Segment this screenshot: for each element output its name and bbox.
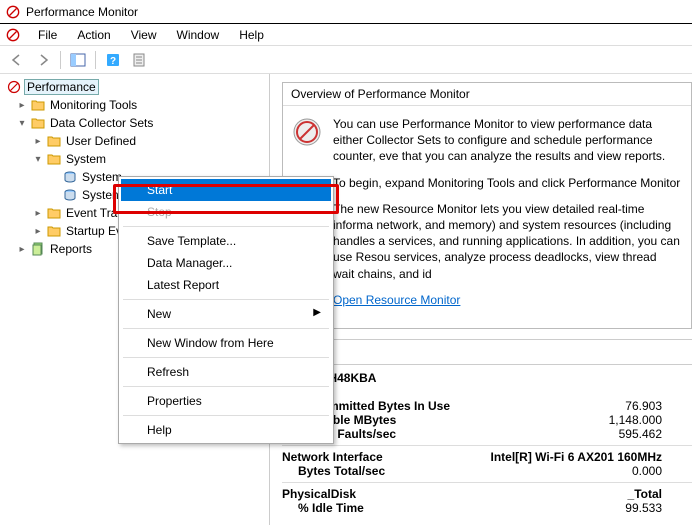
summary-section: mmary KTOP-GH48KBA emory % Committed Byt…: [282, 339, 692, 525]
overview-p2: To begin, expand Monitoring Tools and cl…: [333, 175, 681, 191]
expander-icon[interactable]: ▸: [16, 244, 28, 255]
overview-p3: The new Resource Monitor lets you view d…: [333, 201, 681, 282]
ctx-separator: [123, 328, 329, 329]
folder-icon: [31, 116, 45, 130]
ctx-help[interactable]: Help: [121, 419, 331, 441]
main-content: Performance ▸ Monitoring Tools ▾ Data Co…: [0, 74, 692, 525]
chevron-right-icon: ▶: [313, 307, 321, 318]
folder-icon: [47, 152, 61, 166]
forward-button[interactable]: [32, 49, 54, 71]
tree-label: Startup Ev: [64, 224, 124, 238]
expander-icon[interactable]: ▸: [16, 100, 28, 111]
stat-value: 76.903: [482, 399, 662, 413]
tree-data-collector-sets[interactable]: ▾ Data Collector Sets: [0, 114, 269, 132]
expander-icon[interactable]: ▸: [32, 208, 44, 219]
title-bar: Performance Monitor: [0, 0, 692, 24]
ctx-refresh[interactable]: Refresh: [121, 361, 331, 383]
ctx-latest-report[interactable]: Latest Report: [121, 274, 331, 296]
toolbar-separator: [95, 51, 96, 69]
expander-icon[interactable]: ▸: [32, 226, 44, 237]
ctx-new-label: New: [147, 307, 171, 321]
perfmon-large-icon: [291, 116, 323, 148]
stat-value: 99.533: [482, 501, 662, 515]
netif-value: Intel[R] Wi-Fi 6 AX201 160MHz: [482, 450, 662, 464]
disk-label: PhysicalDisk: [282, 487, 482, 501]
tree-label: Reports: [48, 242, 94, 256]
ctx-stop: Stop: [121, 201, 331, 223]
tree-label: System: [64, 152, 108, 166]
reports-icon: [31, 242, 45, 256]
ctx-new-window[interactable]: New Window from Here: [121, 332, 331, 354]
overview-box: Overview of Performance Monitor You can …: [282, 82, 692, 329]
app-icon: [6, 5, 20, 19]
tree-user-defined[interactable]: ▸ User Defined: [0, 132, 269, 150]
overview-title: Overview of Performance Monitor: [283, 83, 691, 106]
open-resource-monitor-link[interactable]: Open Resource Monitor: [333, 293, 460, 307]
stat-value: 1,148.000: [482, 413, 662, 427]
tree-system[interactable]: ▾ System: [0, 150, 269, 168]
help-button[interactable]: ?: [102, 49, 124, 71]
stat-label: % Idle Time: [282, 501, 482, 515]
ctx-properties[interactable]: Properties: [121, 390, 331, 412]
menu-view[interactable]: View: [123, 26, 165, 44]
show-hide-tree-button[interactable]: [67, 49, 89, 71]
ctx-separator: [123, 226, 329, 227]
menu-file[interactable]: File: [30, 26, 65, 44]
ctx-separator: [123, 386, 329, 387]
ctx-save-template[interactable]: Save Template...: [121, 230, 331, 252]
ctx-new[interactable]: New ▶: [121, 303, 331, 325]
ctx-separator: [123, 357, 329, 358]
tree-label: Event Trac: [64, 206, 125, 220]
folder-icon: [31, 98, 45, 112]
ctx-separator: [123, 415, 329, 416]
expander-icon[interactable]: ▾: [32, 154, 44, 165]
stat-value: 0.000: [482, 464, 662, 478]
menu-help[interactable]: Help: [231, 26, 272, 44]
folder-icon: [47, 134, 61, 148]
overview-p1: You can use Performance Monitor to view …: [333, 116, 681, 165]
app-icon-small: [6, 28, 20, 42]
netif-label: Network Interface: [282, 450, 482, 464]
tree-monitoring-tools[interactable]: ▸ Monitoring Tools: [0, 96, 269, 114]
summary-header: mmary: [282, 340, 692, 365]
menu-window[interactable]: Window: [169, 26, 228, 44]
window-title: Performance Monitor: [26, 5, 138, 19]
toolbar-separator: [60, 51, 61, 69]
toolbar: ?: [0, 46, 692, 74]
menu-action[interactable]: Action: [69, 26, 118, 44]
tree-root-performance[interactable]: Performance: [0, 78, 269, 96]
tree-label: User Defined: [64, 134, 138, 148]
ctx-start[interactable]: Start: [121, 179, 331, 201]
perfmon-icon: [7, 80, 21, 94]
ctx-data-manager[interactable]: Data Manager...: [121, 252, 331, 274]
expander-icon[interactable]: ▾: [16, 118, 28, 129]
overview-text: You can use Performance Monitor to view …: [333, 116, 681, 318]
properties-button[interactable]: [128, 49, 150, 71]
tree-label: Performance: [24, 79, 99, 95]
collector-icon: [63, 170, 77, 184]
folder-icon: [47, 206, 61, 220]
context-menu: Start Stop Save Template... Data Manager…: [118, 176, 334, 444]
folder-icon: [47, 224, 61, 238]
svg-text:?: ?: [110, 56, 116, 67]
expander-icon[interactable]: ▸: [32, 136, 44, 147]
collector-icon: [63, 188, 77, 202]
tree-label: Systen: [80, 188, 121, 202]
ctx-separator: [123, 299, 329, 300]
stat-label: Bytes Total/sec: [282, 464, 482, 478]
back-button[interactable]: [6, 49, 28, 71]
tree-label: Monitoring Tools: [48, 98, 139, 112]
disk-value: _Total: [482, 487, 662, 501]
tree-label: Data Collector Sets: [48, 116, 155, 130]
menu-bar: File Action View Window Help: [0, 24, 692, 46]
stat-value: 595.462: [482, 427, 662, 441]
